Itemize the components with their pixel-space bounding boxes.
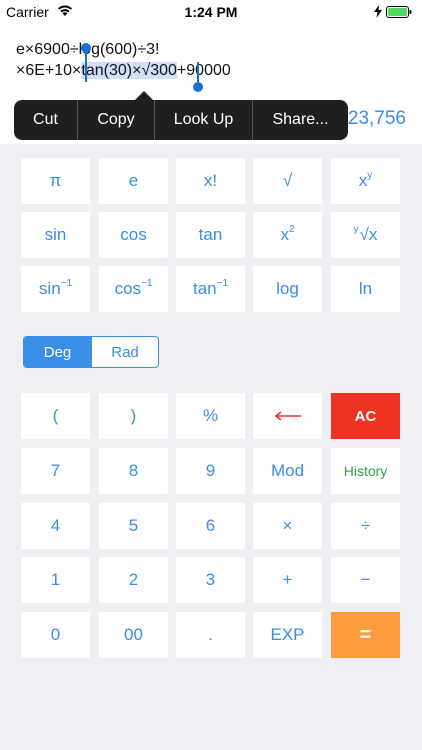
divide-key[interactable]: ÷: [331, 503, 400, 549]
copy-menu-item[interactable]: Copy: [78, 100, 155, 140]
digit-1-key[interactable]: 1: [21, 557, 90, 603]
square-key[interactable]: x2: [253, 212, 322, 258]
mod-key[interactable]: Mod: [253, 448, 322, 494]
key-label: x: [280, 225, 289, 244]
clock: 1:24 PM: [184, 4, 238, 20]
look-up-menu-item[interactable]: Look Up: [155, 100, 253, 140]
plus-key[interactable]: +: [253, 557, 322, 603]
sin-key[interactable]: sin: [21, 212, 90, 258]
calculator-screen: Carrier 1:24 PM e×6900÷log(600)÷3! ×6E+1…: [0, 0, 422, 750]
digit-9-key[interactable]: 9: [176, 448, 245, 494]
status-bar: Carrier 1:24 PM: [0, 0, 422, 26]
charging-icon: [374, 5, 382, 18]
backspace-arrow-icon: [274, 411, 301, 421]
rad-mode-button[interactable]: Rad: [91, 337, 158, 367]
exp-key[interactable]: EXP: [253, 612, 322, 658]
percent-key[interactable]: %: [176, 393, 245, 439]
cos-key[interactable]: cos: [99, 212, 168, 258]
key-superscript: y: [367, 169, 373, 181]
arcsin-key[interactable]: sin −1: [21, 266, 90, 312]
digit-6-key[interactable]: 6: [176, 503, 245, 549]
result-value: 23,756: [347, 108, 406, 129]
key-label: cos: [114, 279, 142, 298]
expression-text: +90000: [176, 62, 231, 79]
key-label: x: [358, 171, 368, 190]
digit-5-key[interactable]: 5: [99, 503, 168, 549]
digit-4-key[interactable]: 4: [21, 503, 90, 549]
digit-2-key[interactable]: 2: [99, 557, 168, 603]
digit-0-key[interactable]: 0: [21, 612, 90, 658]
selection-end-caret: [197, 62, 199, 82]
clear-key[interactable]: AC: [331, 393, 400, 439]
digit-3-key[interactable]: 3: [176, 557, 245, 603]
pi-key[interactable]: π: [21, 158, 90, 204]
key-superscript: y: [353, 223, 359, 235]
arctan-key[interactable]: tan −1: [176, 266, 245, 312]
key-superscript: −1: [141, 277, 153, 289]
key-superscript: −1: [216, 277, 229, 289]
cut-menu-item[interactable]: Cut: [14, 100, 78, 140]
key-label: tan: [192, 279, 217, 298]
double-zero-key[interactable]: 00: [99, 612, 168, 658]
square-root-key[interactable]: √: [253, 158, 322, 204]
battery-icon: [386, 6, 412, 18]
log-key[interactable]: log: [253, 266, 322, 312]
multiply-key[interactable]: ×: [253, 503, 322, 549]
angle-mode-toggle: Deg Rad: [23, 336, 159, 368]
selection-start-caret: [85, 52, 87, 82]
factorial-key[interactable]: x!: [176, 158, 245, 204]
selection-end-handle[interactable]: [193, 82, 203, 92]
close-paren-key[interactable]: ): [99, 393, 168, 439]
expression-text: e×6900÷: [16, 41, 79, 58]
equals-key[interactable]: =: [331, 612, 400, 658]
key-label: √x: [359, 225, 378, 244]
minus-key[interactable]: −: [331, 557, 400, 603]
selected-text[interactable]: tan(30)×√300: [81, 62, 177, 79]
share-menu-item[interactable]: Share...: [253, 100, 348, 140]
edit-menu-arrow: [135, 91, 153, 100]
decimal-key[interactable]: .: [176, 612, 245, 658]
history-key[interactable]: History: [331, 448, 400, 494]
arccos-key[interactable]: cos −1: [99, 266, 168, 312]
key-superscript: 2: [288, 223, 295, 235]
open-paren-key[interactable]: (: [21, 393, 90, 439]
deg-mode-button[interactable]: Deg: [24, 337, 91, 367]
key-superscript: −1: [60, 277, 73, 289]
tan-key[interactable]: tan: [176, 212, 245, 258]
euler-key[interactable]: e: [99, 158, 168, 204]
edit-menu: Cut Copy Look Up Share...: [14, 100, 348, 140]
power-key[interactable]: xy: [331, 158, 400, 204]
nth-root-key[interactable]: y √x: [331, 212, 400, 258]
digit-8-key[interactable]: 8: [99, 448, 168, 494]
key-label: sin: [38, 279, 61, 298]
digit-7-key[interactable]: 7: [21, 448, 90, 494]
expression-text: ×6E+10×: [16, 62, 82, 79]
backspace-key[interactable]: [253, 393, 322, 439]
ln-key[interactable]: ln: [331, 266, 400, 312]
